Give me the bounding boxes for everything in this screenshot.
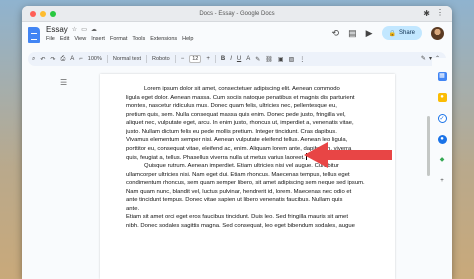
meet-icon[interactable]: ▶ (366, 28, 373, 39)
text-line: montes, nascetur ridiculus mus. Donec qu… (126, 103, 337, 110)
share-label: Share (398, 30, 415, 36)
underline-icon[interactable]: U (237, 56, 241, 62)
add-icon[interactable]: + (438, 177, 447, 186)
menu-extensions[interactable]: Extensions (150, 36, 177, 42)
extensions-icon[interactable]: ✱ (423, 9, 430, 18)
keep-icon[interactable]: ● (437, 93, 447, 102)
menu-view[interactable]: View (74, 36, 86, 42)
paint-format-icon[interactable]: ⌐ (79, 56, 83, 62)
maps-icon[interactable]: ◆ (438, 156, 447, 165)
maximize-window-button[interactable] (50, 10, 56, 17)
scrollbar[interactable] (427, 116, 430, 176)
menu-tools[interactable]: Tools (132, 36, 145, 42)
document-page[interactable]: Lorem ipsum dolor sit amet, consectetuer… (100, 74, 395, 279)
print-icon[interactable]: ⎙ (60, 56, 65, 63)
docs-logo-icon[interactable] (28, 27, 40, 43)
font-size-input[interactable]: 12 (189, 55, 202, 63)
spellcheck-icon[interactable]: A (70, 56, 74, 62)
window-title: Docs - Essay - Google Docs (199, 11, 275, 17)
increase-font-icon[interactable]: + (206, 56, 210, 62)
contacts-icon[interactable]: ● (437, 135, 447, 144)
text-line: aliquet nec, vulputate eget, arcu. In en… (126, 120, 354, 127)
title-block: Essay ☆ ▭ ☁ File Edit View Insert Format… (46, 25, 193, 42)
annotation-arrow (304, 142, 392, 168)
close-window-button[interactable] (30, 10, 36, 17)
arrow-shape (304, 142, 392, 168)
menu-insert[interactable]: Insert (91, 36, 105, 42)
text-line: ligula eget dolor. Aenean massa. Cum soc… (126, 94, 355, 101)
divider (145, 55, 147, 63)
text-line: condimentum rhoncus, sem quam semper lib… (126, 180, 365, 187)
search-menus-icon[interactable]: ⌕ (32, 56, 35, 63)
menu-bar: File Edit View Insert Format Tools Exten… (46, 36, 193, 42)
more-tools-icon[interactable]: ⋮ (299, 56, 305, 63)
calendar-icon[interactable]: ▦ (437, 72, 447, 81)
docs-header: Essay ☆ ▭ ☁ File Edit View Insert Format… (22, 22, 452, 52)
text-line: Etiam sit amet orci eget eros faucibus t… (126, 214, 348, 221)
font-select[interactable]: Roboto (152, 56, 170, 62)
insert-comment-icon[interactable]: ▣ (278, 56, 284, 63)
toolbar: ⌕ ↶ ↷ ⎙ A ⌐ 100% Normal text Roboto − 12… (28, 52, 446, 66)
undo-icon[interactable]: ↶ (40, 56, 45, 63)
avatar[interactable] (431, 26, 444, 40)
text-line: pretium quis, sem. Nulla consequat massa… (126, 111, 346, 118)
text-line: justo. Nullam dictum felis eu pede molli… (126, 128, 337, 135)
minimize-window-button[interactable] (40, 10, 46, 17)
zoom-select[interactable]: 100% (88, 56, 102, 62)
text-line: ullamcorper ultricies nisi. Nam eget dui… (126, 171, 350, 178)
text-line: Nam quam nunc, blandit vel, luctus pulvi… (126, 188, 352, 195)
divider (214, 55, 216, 63)
menu-help[interactable]: Help (182, 36, 193, 42)
highlight-icon[interactable]: ✎ (255, 56, 260, 63)
text-line: quis, feugiat a, tellus. Phasellus viver… (126, 155, 305, 162)
italic-icon[interactable]: I (230, 56, 232, 62)
text-line: Lorem ipsum dolor sit amet, consectetuer… (144, 86, 340, 92)
text-line: ante tincidunt tempus. Donec vitae sapie… (126, 197, 343, 204)
menu-file[interactable]: File (46, 36, 55, 42)
header-actions: ⟲ ▤ ▶ 🔒 Share (332, 26, 444, 40)
window-controls (30, 10, 56, 17)
text-line: ante. (126, 205, 140, 212)
title-bar: Docs - Essay - Google Docs ✱ ⋮ (22, 6, 452, 22)
menu-edit[interactable]: Edit (60, 36, 69, 42)
divider (174, 55, 176, 63)
paragraph-2: Quisque rutrum. Aenean imperdiet. Etiam … (126, 162, 371, 230)
tasks-icon[interactable]: ✓ (437, 114, 447, 123)
history-icon[interactable]: ⟲ (332, 28, 340, 39)
outline-icon[interactable]: ☰ (60, 78, 67, 87)
link-icon[interactable]: ⛓ (265, 56, 273, 63)
decrease-font-icon[interactable]: − (181, 56, 185, 62)
comment-icon[interactable]: ▤ (348, 28, 357, 39)
menu-format[interactable]: Format (110, 36, 127, 42)
pencil-icon: ✎ (420, 56, 426, 62)
cloud-icon[interactable]: ☁ (91, 26, 97, 33)
more-menu-icon[interactable]: ⋮ (436, 8, 444, 17)
text-line: nibh. Donec sodales sagittis magna. Sed … (126, 222, 355, 229)
lock-icon: 🔒 (388, 30, 396, 37)
divider (106, 55, 108, 63)
side-panel: ▦ ● ✓ ● ◆ + (432, 58, 452, 279)
bold-icon[interactable]: B (221, 56, 225, 62)
redo-icon[interactable]: ↷ (50, 56, 55, 63)
text-color-icon[interactable]: A (246, 56, 250, 62)
folder-icon[interactable]: ▭ (81, 26, 87, 33)
share-button[interactable]: 🔒 Share (381, 26, 422, 40)
star-icon[interactable]: ☆ (72, 26, 77, 33)
style-select[interactable]: Normal text (113, 56, 141, 62)
image-icon[interactable]: ▨ (289, 56, 295, 63)
document-title[interactable]: Essay (46, 25, 68, 34)
